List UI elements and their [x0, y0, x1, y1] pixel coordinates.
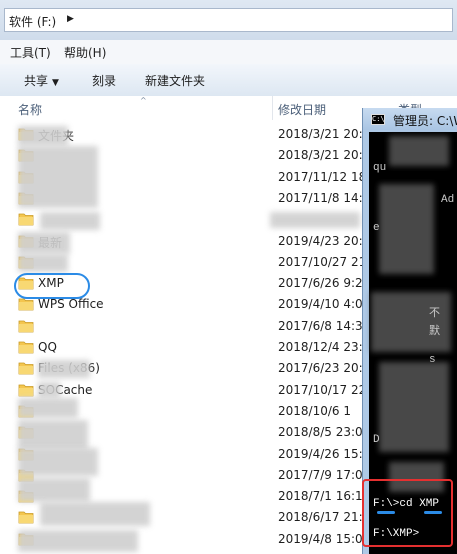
console-line: s: [429, 354, 436, 366]
file-date: 2017/11/8 14:4: [278, 190, 371, 205]
share-button[interactable]: 共享 ▼: [24, 72, 59, 89]
file-date: 2017/6/23 20:4: [278, 361, 371, 376]
column-modified[interactable]: 修改日期: [278, 101, 326, 118]
column-divider[interactable]: [272, 96, 273, 120]
file-name: QQ: [38, 340, 57, 354]
file-date: 2018/8/5 23:03: [278, 425, 371, 440]
mask: [18, 478, 90, 502]
console-line: e: [373, 222, 380, 234]
file-date: 2019/4/23 20:5: [278, 233, 371, 248]
chevron-down-icon: ▼: [52, 78, 59, 88]
file-date: 2018/3/21 20:4: [278, 127, 371, 141]
file-date: 2018/12/4 23:0: [278, 340, 371, 354]
file-date: 2017/6/26 9:28: [278, 276, 371, 291]
sort-arrow-icon: ^: [140, 96, 147, 105]
mask: [270, 212, 360, 228]
console-titlebar[interactable]: C:\ 管理员: C:\W: [363, 108, 457, 130]
address-bar: 软件 (F:) ▶: [0, 0, 457, 40]
console-line: 不: [429, 308, 440, 320]
menu-tools[interactable]: 工具(T): [8, 44, 53, 61]
console-line: 默: [429, 326, 440, 338]
mask: [18, 420, 88, 450]
mask: [40, 502, 150, 526]
file-date: 2017/7/9 17:09: [278, 467, 371, 482]
folder-icon: [18, 511, 34, 524]
annotation-red-box: [362, 479, 453, 547]
breadcrumb-arrow-icon[interactable]: ▶: [67, 14, 74, 24]
mask: [40, 212, 100, 230]
mask: [38, 360, 90, 378]
menu-bar: 工具(T) 帮助(H): [0, 40, 457, 65]
folder-icon: [18, 362, 34, 375]
file-date: 2017/10/17 22: [278, 382, 367, 397]
mask: [18, 254, 68, 272]
annotation-circle: [14, 273, 90, 299]
file-name: WPS Office: [38, 297, 104, 312]
file-date: 2017/11/12 18: [278, 169, 367, 184]
mask: [389, 136, 449, 166]
file-date: 2017/6/8 14:33: [278, 318, 371, 333]
folder-icon: [18, 384, 34, 396]
mask: [18, 530, 138, 552]
mask: [18, 146, 98, 208]
mask: [38, 382, 60, 398]
file-date: 2018/3/21 20:4: [278, 148, 371, 163]
file-date: 2018/7/1 16:13: [278, 489, 371, 504]
menu-help[interactable]: 帮助(H): [62, 44, 108, 61]
console-line: D: [373, 434, 380, 446]
burn-button[interactable]: 刻录: [92, 72, 116, 89]
file-date: 2018/10/6 1: [278, 403, 351, 418]
file-date: 2019/4/10 4:02: [278, 297, 371, 312]
share-label: 共享: [24, 74, 49, 88]
mask: [379, 184, 434, 274]
folder-icon: [18, 341, 34, 354]
mask: [18, 126, 68, 146]
folder-icon: [18, 298, 34, 311]
console-line: qu: [373, 162, 387, 174]
console-line: Ad: [441, 194, 455, 206]
file-date: 2018/6/17 21:4: [278, 510, 371, 525]
mask: [18, 448, 98, 476]
folder-icon: [18, 213, 34, 226]
new-folder-button[interactable]: 新建文件夹: [145, 72, 205, 89]
address-field[interactable]: 软件 (F:) ▶: [4, 8, 453, 32]
mask: [18, 232, 70, 254]
command-bar: 共享 ▼ 刻录 新建文件夹: [0, 64, 457, 97]
file-date: 2019/4/26 15:4: [278, 446, 371, 461]
mask: [18, 398, 78, 418]
column-name[interactable]: 名称: [18, 101, 42, 118]
address-path[interactable]: 软件 (F:): [9, 13, 56, 30]
console-icon: C:\: [371, 114, 385, 125]
file-date: 2019/4/8 15:05: [278, 531, 371, 546]
file-date: 2017/10/27 21: [278, 254, 367, 269]
folder-icon: [18, 320, 34, 333]
console-title: 管理员: C:\W: [393, 114, 457, 128]
mask: [379, 362, 449, 452]
